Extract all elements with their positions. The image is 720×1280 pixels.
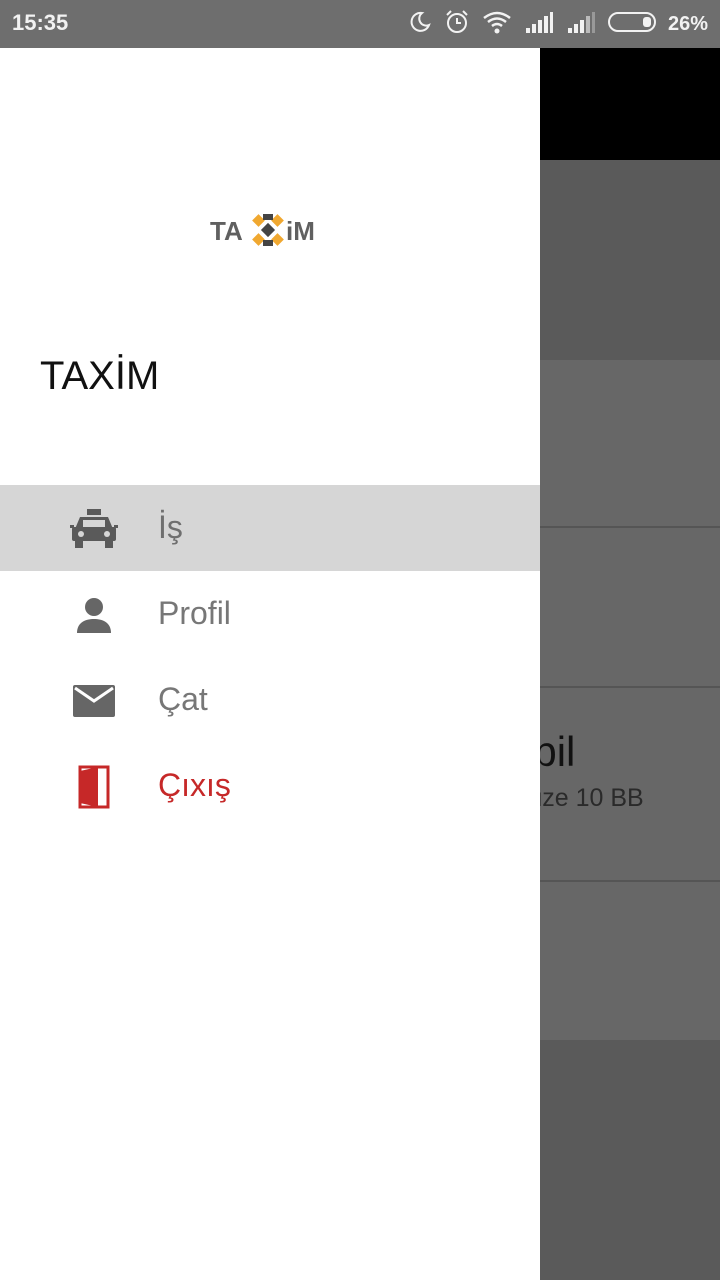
signal-icon xyxy=(566,10,596,39)
status-time: 15:35 xyxy=(12,10,69,35)
alarm-icon xyxy=(444,9,470,40)
taxi-icon xyxy=(70,505,118,553)
menu-item-profil[interactable]: Profil xyxy=(0,571,540,657)
drawer-menu: İş Profil Çat Çıxış xyxy=(0,485,540,829)
mail-icon xyxy=(70,677,118,725)
menu-item-cixis[interactable]: Çıxış xyxy=(0,743,540,829)
menu-item-label: Çat xyxy=(158,681,208,717)
moon-icon xyxy=(408,10,432,39)
battery-icon xyxy=(607,10,660,39)
exit-door-icon xyxy=(70,763,118,811)
taxim-logo: TA iM xyxy=(210,208,330,252)
svg-text:TA: TA xyxy=(210,216,243,246)
status-icons: 26% xyxy=(408,8,708,40)
menu-item-label: Profil xyxy=(158,595,231,631)
signal-icon xyxy=(524,10,554,39)
menu-item-is[interactable]: İş xyxy=(0,485,540,571)
wifi-icon xyxy=(482,10,512,39)
menu-item-label: İş xyxy=(158,509,183,545)
menu-item-cat[interactable]: Çat xyxy=(0,657,540,743)
svg-text:iM: iM xyxy=(286,216,315,246)
battery-percent: 26% xyxy=(667,12,708,35)
menu-item-label: Çıxış xyxy=(158,767,231,803)
status-bar: 15:35 26% xyxy=(0,0,720,48)
person-icon xyxy=(70,591,118,639)
drawer-title: TAXİM xyxy=(40,354,160,398)
navigation-drawer: TA iM TAXİM İş Profil Çat Çıxış xyxy=(0,48,540,1280)
